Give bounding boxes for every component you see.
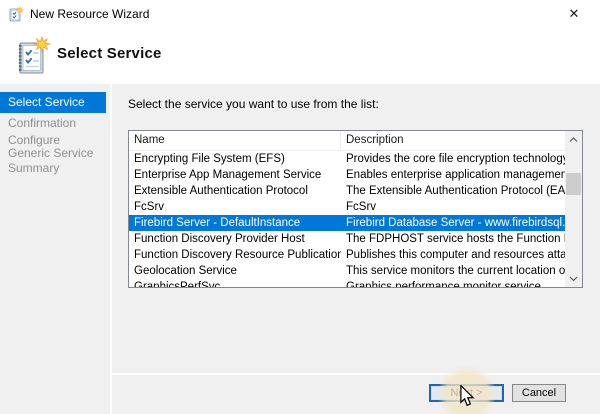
table-row[interactable]: Enterprise App Management Service Enable… [129, 167, 565, 183]
cell-name: Encrypting File System (EFS) [129, 153, 341, 165]
cell-description: Graphics performance monitor service. [341, 281, 565, 287]
page-title: Select Service [57, 45, 162, 62]
table-row[interactable]: Encrypting File System (EFS) Provides th… [129, 151, 565, 167]
next-button[interactable]: Next > [429, 384, 504, 402]
close-icon[interactable]: ✕ [560, 4, 588, 24]
step-select-service[interactable]: Select Service [0, 92, 106, 113]
scrollbar-thumb[interactable] [566, 173, 581, 195]
table-row[interactable]: Function Discovery Provider Host The FDP… [129, 231, 565, 247]
cell-description: Firebird Database Server - www.firebirds… [341, 217, 565, 229]
vertical-scrollbar[interactable] [565, 131, 582, 287]
cell-description: The Extensible Authentication Protocol (… [341, 185, 565, 197]
instruction-text: Select the service you want to use from … [128, 97, 379, 111]
cell-name: Enterprise App Management Service [129, 169, 341, 181]
cell-name: Geolocation Service [129, 265, 341, 277]
column-header-name[interactable]: Name [129, 131, 341, 150]
cell-description: This service monitors the current locati… [341, 265, 565, 277]
cell-description: The FDPHOST service hosts the Function D… [341, 233, 565, 245]
new-resource-wizard-window: New Resource Wizard ✕ Select Service Sel… [0, 0, 600, 414]
list-header: Name Description [129, 131, 565, 151]
cell-name: GraphicsPerfSvc [129, 281, 341, 287]
service-list: Name Description Encrypting File System … [128, 130, 583, 288]
cell-description: Enables enterprise application managemen… [341, 169, 565, 181]
cell-description: Publishes this computer and resources at… [341, 249, 565, 261]
wizard-icon [8, 6, 24, 22]
window-title: New Resource Wizard [30, 7, 149, 21]
table-row[interactable]: Geolocation Service This service monitor… [129, 263, 565, 279]
wizard-book-icon [13, 36, 51, 78]
cell-name: FcSrv [129, 201, 341, 213]
table-row[interactable]: FcSrv FcSrv [129, 199, 565, 215]
footer-divider [112, 373, 600, 375]
table-row[interactable]: Function Discovery Resource Publication … [129, 247, 565, 263]
table-row[interactable]: GraphicsPerfSvc Graphics performance mon… [129, 279, 565, 287]
cancel-button[interactable]: Cancel [512, 384, 566, 402]
cell-name: Function Discovery Provider Host [129, 233, 341, 245]
scroll-up-icon[interactable] [565, 131, 582, 148]
column-header-description[interactable]: Description [341, 131, 565, 150]
scroll-down-icon[interactable] [565, 270, 582, 287]
titlebar[interactable]: New Resource Wizard ✕ [0, 0, 600, 28]
cell-name: Firebird Server - DefaultInstance [129, 217, 341, 229]
main-content: Select the service you want to use from … [112, 84, 600, 414]
list-rows: Encrypting File System (EFS) Provides th… [129, 151, 565, 287]
cell-description: FcSrv [341, 201, 565, 213]
cell-name: Extensible Authentication Protocol [129, 185, 341, 197]
cell-name: Function Discovery Resource Publication [129, 249, 341, 261]
table-row-selected[interactable]: Firebird Server - DefaultInstance Firebi… [129, 215, 565, 231]
cell-description: Provides the core file encryption techno… [341, 153, 565, 165]
wizard-steps-sidebar: Select Service Confirmation Configure Ge… [0, 84, 110, 414]
wizard-header: Select Service [0, 28, 600, 84]
table-row[interactable]: Extensible Authentication Protocol The E… [129, 183, 565, 199]
step-summary[interactable]: Summary [0, 158, 102, 179]
